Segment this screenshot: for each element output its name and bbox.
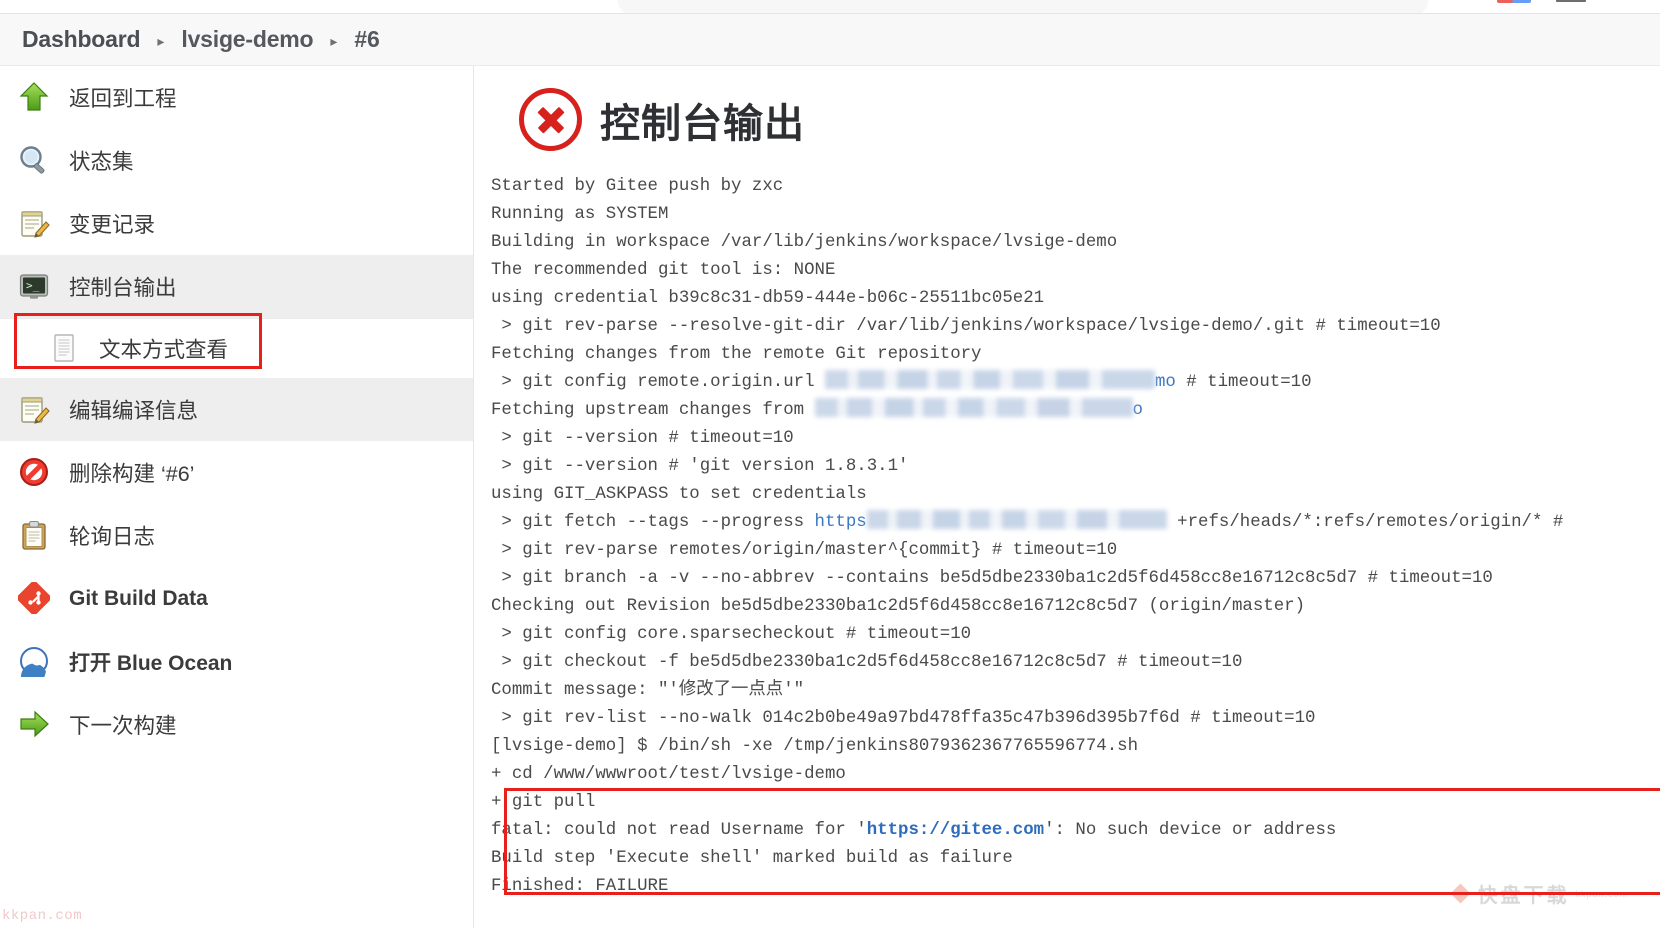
sidebar-item-label: 控制台输出 bbox=[69, 276, 177, 300]
sidebar-item-5[interactable]: 编辑编译信息 bbox=[0, 378, 473, 441]
sidebar-item-label: 编辑编译信息 bbox=[69, 399, 199, 423]
log-link-tail[interactable]: mo bbox=[1155, 373, 1176, 392]
watermark-right-sub: kkpan.com bbox=[1575, 888, 1628, 899]
console-log-line: Commit message: "'修改了一点点'" bbox=[491, 681, 805, 700]
page-title: 控制台输出 bbox=[600, 101, 805, 146]
document-icon bbox=[48, 332, 82, 366]
console-log-line: > git --version # 'git version 1.8.3.1' bbox=[491, 457, 909, 476]
console-log-line: > git --version # timeout=10 bbox=[491, 429, 794, 448]
watermark-left: kkpan.com bbox=[2, 908, 83, 924]
watermark-logo-icon bbox=[1450, 883, 1471, 904]
console-log-line: Build step 'Execute shell' marked build … bbox=[491, 849, 1013, 868]
notepad-pencil-icon bbox=[18, 207, 52, 241]
redacted-url-blur bbox=[866, 509, 1167, 529]
breadcrumb-separator-icon: ▸ bbox=[157, 32, 165, 49]
sidebar-item-label: 文本方式查看 bbox=[99, 338, 229, 362]
console-log-line: [lvsige-demo] $ /bin/sh -xe /tmp/jenkins… bbox=[491, 737, 1139, 756]
failure-x-icon bbox=[519, 88, 582, 151]
sidebar-item-7[interactable]: 轮询日志 bbox=[0, 504, 473, 567]
sidebar-item-3[interactable]: >_ 控制台输出 bbox=[0, 255, 473, 318]
sidebar-item-4[interactable]: 文本方式查看 bbox=[0, 318, 473, 378]
console-output-log: Started by Gitee push by zxc Running as S… bbox=[491, 173, 1660, 901]
console-log-line: using credential b39c8c31-db59-444e-b06c… bbox=[491, 289, 1045, 308]
magnifier-icon bbox=[18, 144, 52, 178]
log-text: +refs/heads/*:refs/remotes/origin/* # bbox=[1166, 513, 1564, 532]
breadcrumb-item-build[interactable]: #6 bbox=[354, 26, 379, 53]
sidebar-item-label: 打开 Blue Ocean bbox=[69, 651, 233, 675]
browser-extension-icon[interactable] bbox=[1497, 0, 1531, 3]
console-log-line: The recommended git tool is: NONE bbox=[491, 261, 836, 280]
console-panel: 控制台输出 Started by Gitee push by zxc Runnin… bbox=[475, 66, 1660, 928]
sidebar-item-label: 删除构建 ‘#6’ bbox=[69, 462, 195, 486]
log-text: fatal: could not read Username for ' bbox=[491, 821, 867, 840]
log-text: > git config remote.origin.url bbox=[491, 373, 825, 392]
console-log-line: > git branch -a -v --no-abbrev --contain… bbox=[491, 569, 1493, 588]
console-log-line: > git config remote.origin.url mo # time… bbox=[491, 369, 1660, 397]
sidebar-item-10[interactable]: 下一次构建 bbox=[0, 693, 473, 756]
console-log-line: > git rev-list --no-walk 014c2b0be49a97b… bbox=[491, 709, 1316, 728]
console-log-line: Fetching changes from the remote Git rep… bbox=[491, 345, 982, 364]
console-log-line: > git fetch --tags --progress https +ref… bbox=[491, 509, 1660, 537]
redacted-url-blur bbox=[814, 397, 1133, 417]
sidebar-item-label: 返回到工程 bbox=[69, 87, 177, 111]
breadcrumb: Dashboard ▸ lvsige-demo ▸ #6 bbox=[0, 14, 1660, 66]
console-log-line: > git rev-parse remotes/origin/master^{c… bbox=[491, 541, 1118, 560]
log-text: Fetching upstream changes from bbox=[491, 401, 815, 420]
sidebar-item-2[interactable]: 变更记录 bbox=[0, 192, 473, 255]
sidebar-item-9[interactable]: 打开 Blue Ocean bbox=[0, 630, 473, 693]
log-text: > git fetch --tags --progress bbox=[491, 513, 815, 532]
sidebar-item-label: 下一次构建 bbox=[69, 714, 177, 738]
console-header: 控制台输出 bbox=[519, 88, 1660, 151]
log-text: # timeout=10 bbox=[1175, 373, 1312, 392]
terminal-icon: >_ bbox=[18, 270, 52, 304]
console-log-line: Building in workspace /var/lib/jenkins/w… bbox=[491, 233, 1118, 252]
console-log-line: > git config core.sparsecheckout # timeo… bbox=[491, 625, 972, 644]
sidebar-item-label: 轮询日志 bbox=[69, 525, 156, 549]
sidebar-item-6[interactable]: 删除构建 ‘#6’ bbox=[0, 441, 473, 504]
log-link[interactable]: https://gitee.com bbox=[867, 821, 1044, 840]
sidebar: 返回到工程状态集变更记录 >_ 控制台输出文本方式查看编辑编译信息 删除构建 ‘#6’… bbox=[0, 66, 474, 928]
log-link[interactable]: https bbox=[815, 513, 867, 532]
console-log-line: Fetching upstream changes from o bbox=[491, 397, 1660, 425]
git-icon bbox=[16, 580, 52, 616]
svg-text:>_: >_ bbox=[26, 279, 40, 292]
sidebar-item-label: 变更记录 bbox=[69, 213, 156, 237]
right-arrow-green-icon bbox=[18, 708, 52, 742]
up-arrow-green-icon bbox=[18, 81, 52, 115]
console-log-line: using GIT_ASKPASS to set credentials bbox=[491, 485, 867, 504]
console-log-line: Running as SYSTEM bbox=[491, 205, 669, 224]
console-log-line: Checking out Revision be5d5dbe2330ba1c2d… bbox=[491, 597, 1306, 616]
sidebar-item-label: Git Build Data bbox=[69, 586, 208, 610]
console-log-line: + git pull bbox=[491, 793, 596, 812]
sidebar-item-8[interactable]: Git Build Data bbox=[0, 567, 473, 630]
notepad-pencil-icon bbox=[18, 393, 52, 427]
clipboard-icon bbox=[18, 519, 52, 553]
browser-chrome-strip bbox=[0, 0, 1660, 14]
jenkins-build-console-page: Dashboard ▸ lvsige-demo ▸ #6 返回到工程状态集变更记… bbox=[0, 0, 1660, 928]
console-log-line: + cd /www/wwwroot/test/lvsige-demo bbox=[491, 765, 846, 784]
watermark-right-title: 快盘下载 bbox=[1477, 885, 1570, 907]
log-text: ': No such device or address bbox=[1044, 821, 1337, 840]
log-link-tail[interactable]: o bbox=[1133, 401, 1143, 420]
console-log-line: Started by Gitee push by zxc bbox=[491, 177, 784, 196]
sidebar-item-label: 状态集 bbox=[69, 150, 134, 174]
breadcrumb-item-dashboard[interactable]: Dashboard bbox=[22, 26, 141, 53]
blue-ocean-icon bbox=[18, 645, 52, 679]
console-log-line: > git rev-parse --resolve-git-dir /var/l… bbox=[491, 317, 1441, 336]
breadcrumb-separator-icon: ▸ bbox=[330, 32, 338, 49]
redacted-url-blur bbox=[824, 369, 1155, 389]
watermark-right: 快盘下载 kkpan.com bbox=[1450, 879, 1628, 908]
sidebar-item-0[interactable]: 返回到工程 bbox=[0, 66, 473, 129]
breadcrumb-item-project[interactable]: lvsige-demo bbox=[181, 26, 313, 53]
console-log-line: > git checkout -f be5d5dbe2330ba1c2d5f6d… bbox=[491, 653, 1243, 672]
no-entry-icon bbox=[18, 456, 52, 490]
browser-tab[interactable] bbox=[618, 0, 1428, 14]
sidebar-item-1[interactable]: 状态集 bbox=[0, 129, 473, 192]
browser-menu-icon[interactable] bbox=[1556, 0, 1586, 2]
console-log-line: fatal: could not read Username for 'http… bbox=[491, 817, 1660, 845]
